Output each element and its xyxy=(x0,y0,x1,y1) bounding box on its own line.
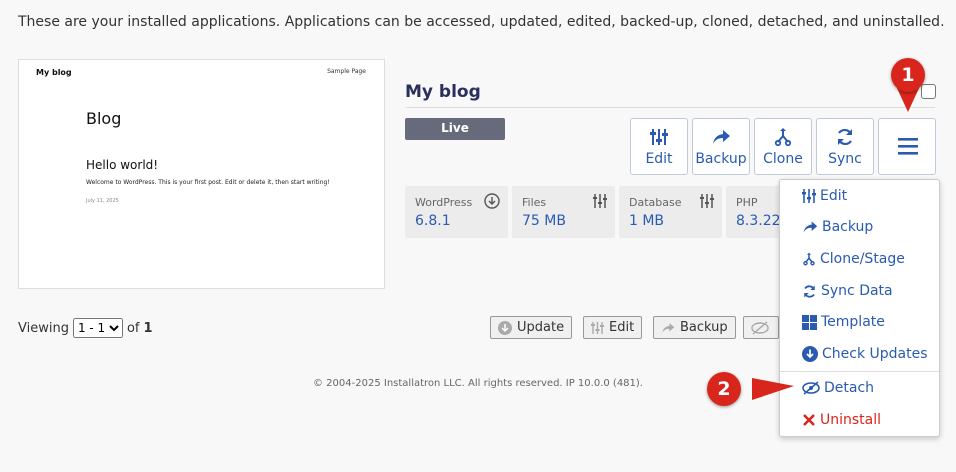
callout-arrows xyxy=(752,86,920,400)
callout-badge-one: 1 xyxy=(891,58,925,92)
callout-badge-two: 2 xyxy=(707,372,741,406)
